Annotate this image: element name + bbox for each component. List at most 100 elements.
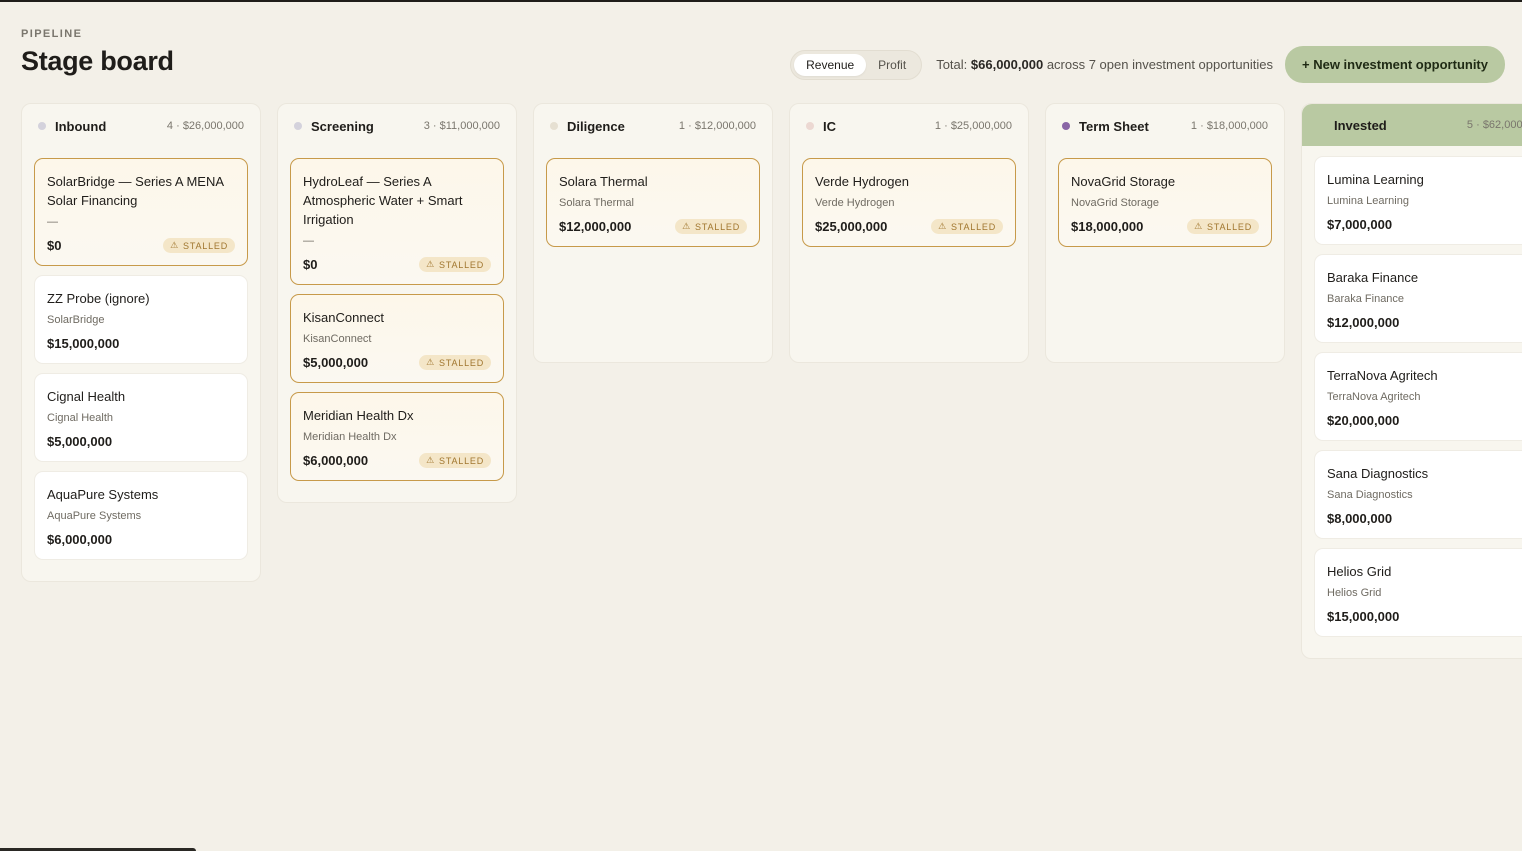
warning-icon: ⚠ bbox=[426, 455, 436, 465]
opportunity-card[interactable]: Cignal Health Cignal Health $5,000,000 bbox=[34, 373, 248, 462]
warning-icon: ⚠ bbox=[426, 259, 436, 269]
opportunity-card[interactable]: KisanConnect KisanConnect $5,000,000 ⚠ STALL… bbox=[290, 294, 504, 383]
column-count-total: 5 · $62,000,000 bbox=[1466, 119, 1522, 131]
stage-column-ic: IC 1 · $25,000,000 Verde Hydrogen Verde Hyd… bbox=[789, 103, 1029, 363]
card-list: HydroLeaf — Series A Atmospheric Water +… bbox=[290, 158, 504, 481]
warning-icon: ⚠ bbox=[1194, 221, 1204, 231]
opportunity-card[interactable]: Helios Grid Helios Grid $15,000,000 bbox=[1314, 548, 1522, 637]
column-count-total: 1 · $18,000,000 bbox=[1190, 120, 1268, 132]
card-title: ZZ Probe (ignore) bbox=[47, 291, 150, 306]
stage-dot-icon bbox=[1062, 122, 1070, 130]
column-title: Invested bbox=[1334, 117, 1387, 133]
stage-column-invested: Invested 5 · $62,000,000 Lumina LearningLu… bbox=[1301, 103, 1522, 659]
card-company: — bbox=[47, 216, 58, 228]
column-count-total: 1 · $12,000,000 bbox=[678, 120, 756, 132]
opportunity-card[interactable]: HydroLeaf — Series A Atmospheric Water +… bbox=[290, 158, 504, 285]
toggle-revenue[interactable]: Revenue bbox=[794, 53, 867, 76]
stalled-badge: ⚠ STALLED bbox=[419, 453, 491, 468]
stalled-label: STALLED bbox=[183, 240, 228, 251]
card-list: Lumina Learning Lumina Learning $7,000,000… bbox=[1314, 156, 1522, 637]
opportunity-card[interactable]: Sana Diagnostics Sana Diagnostics $8,000,0… bbox=[1314, 450, 1522, 539]
card-list: NovaGrid Storage NovaGrid Storage $18,000,… bbox=[1058, 158, 1272, 247]
stage-dot-icon bbox=[294, 122, 302, 130]
card-title: TerraNova Agritech bbox=[1327, 368, 1438, 383]
stalled-label: STALLED bbox=[439, 455, 484, 466]
card-company: — bbox=[303, 235, 314, 247]
column-header: Screening 3 · $11,000,000 bbox=[290, 104, 504, 148]
card-company: AquaPure Systems bbox=[47, 510, 142, 522]
column-title: Diligence bbox=[567, 118, 625, 134]
card-footer: $15,000,000 bbox=[1327, 609, 1522, 624]
stage-column-inbound: Inbound 4 · $26,000,000 SolarBridge — Seri… bbox=[21, 103, 261, 582]
stalled-badge: ⚠ STALLED bbox=[419, 355, 491, 370]
opportunity-card[interactable]: TerraNova Agritech TerraNova Agritech $20,… bbox=[1314, 352, 1522, 441]
card-title: Cignal Health bbox=[47, 389, 126, 404]
stalled-badge: ⚠ STALLED bbox=[1187, 219, 1259, 234]
section-eyebrow: PIPELINE bbox=[21, 28, 83, 40]
card-company: NovaGrid Storage bbox=[1071, 197, 1160, 209]
summary-total: $66,000,000 bbox=[970, 57, 1044, 72]
card-amount: $6,000,000 bbox=[303, 453, 369, 468]
card-title: KisanConnect bbox=[303, 310, 384, 325]
card-footer: $15,000,000 bbox=[47, 336, 235, 351]
card-amount: $25,000,000 bbox=[815, 219, 888, 234]
warning-icon: ⚠ bbox=[426, 357, 436, 367]
card-footer: $0 ⚠ STALLED bbox=[47, 238, 235, 253]
stalled-badge: ⚠ STALLED bbox=[931, 219, 1003, 234]
new-opportunity-button[interactable]: + New investment opportunity bbox=[1285, 46, 1505, 83]
card-footer: $25,000,000 ⚠ STALLED bbox=[815, 219, 1003, 234]
card-footer: $20,000,000 bbox=[1327, 413, 1522, 428]
card-amount: $20,000,000 bbox=[1327, 413, 1400, 428]
card-amount: $8,000,000 bbox=[1327, 511, 1393, 526]
column-title: Screening bbox=[311, 118, 374, 134]
card-amount: $15,000,000 bbox=[1327, 609, 1400, 624]
stalled-label: STALLED bbox=[439, 259, 484, 270]
card-title: Baraka Finance bbox=[1327, 270, 1419, 285]
opportunity-card[interactable]: ZZ Probe (ignore) SolarBridge $15,000,000 bbox=[34, 275, 248, 364]
opportunity-card[interactable]: Lumina Learning Lumina Learning $7,000,000 bbox=[1314, 156, 1522, 245]
card-title: SolarBridge — Series A MENA Solar Financ… bbox=[47, 174, 224, 208]
card-amount: $7,000,000 bbox=[1327, 217, 1393, 232]
stage-column-diligence: Diligence 1 · $12,000,000 Solara Thermal So… bbox=[533, 103, 773, 363]
card-amount: $12,000,000 bbox=[1327, 315, 1400, 330]
card-company: KisanConnect bbox=[303, 333, 372, 345]
summary-suffix: across 7 open investment opportunities bbox=[1046, 57, 1273, 72]
stalled-badge: ⚠ STALLED bbox=[163, 238, 235, 253]
card-company: TerraNova Agritech bbox=[1327, 391, 1421, 403]
opportunity-card[interactable]: Baraka Finance Baraka Finance $12,000,000 bbox=[1314, 254, 1522, 343]
column-header: Invested 5 · $62,000,000 bbox=[1302, 104, 1522, 146]
card-footer: $12,000,000 ⚠ STALLED bbox=[559, 219, 747, 234]
toggle-profit[interactable]: Profit bbox=[866, 54, 918, 76]
card-footer: $6,000,000 bbox=[47, 532, 235, 547]
opportunity-card[interactable]: SolarBridge — Series A MENA Solar Financ… bbox=[34, 158, 248, 266]
warning-icon: ⚠ bbox=[682, 221, 692, 231]
card-title: Helios Grid bbox=[1327, 564, 1392, 579]
card-title: Solara Thermal bbox=[559, 174, 648, 189]
card-footer: $18,000,000 ⚠ STALLED bbox=[1071, 219, 1259, 234]
stalled-badge: ⚠ STALLED bbox=[419, 257, 491, 272]
card-amount: $5,000,000 bbox=[303, 355, 369, 370]
opportunity-card[interactable]: Solara Thermal Solara Thermal $12,000,000 ⚠… bbox=[546, 158, 760, 247]
stage-dot-icon bbox=[806, 122, 814, 130]
summary-prefix: Total: bbox=[936, 57, 968, 72]
column-title: IC bbox=[823, 118, 836, 134]
card-company: Baraka Finance bbox=[1327, 293, 1405, 305]
opportunity-card[interactable]: NovaGrid Storage NovaGrid Storage $18,000,… bbox=[1058, 158, 1272, 247]
stalled-label: STALLED bbox=[695, 221, 740, 232]
card-title: Meridian Health Dx bbox=[303, 408, 414, 423]
opportunity-card[interactable]: Verde Hydrogen Verde Hydrogen $25,000,000 ⚠… bbox=[802, 158, 1016, 247]
warning-icon: ⚠ bbox=[170, 240, 180, 250]
card-company: Verde Hydrogen bbox=[815, 197, 895, 209]
opportunity-card[interactable]: AquaPure Systems AquaPure Systems $6,000,0… bbox=[34, 471, 248, 560]
stalled-badge: ⚠ STALLED bbox=[675, 219, 747, 234]
card-company: Solara Thermal bbox=[559, 197, 634, 209]
card-footer: $5,000,000 bbox=[47, 434, 235, 449]
opportunity-card[interactable]: Meridian Health Dx Meridian Health Dx $6,0… bbox=[290, 392, 504, 481]
card-footer: $7,000,000 bbox=[1327, 217, 1522, 232]
card-list: Solara Thermal Solara Thermal $12,000,000 ⚠… bbox=[546, 158, 760, 247]
column-count-total: 3 · $11,000,000 bbox=[423, 120, 500, 132]
card-amount: $12,000,000 bbox=[559, 219, 632, 234]
card-footer: $12,000,000 bbox=[1327, 315, 1522, 330]
card-company: Meridian Health Dx bbox=[303, 431, 397, 443]
card-footer: $8,000,000 bbox=[1327, 511, 1522, 526]
